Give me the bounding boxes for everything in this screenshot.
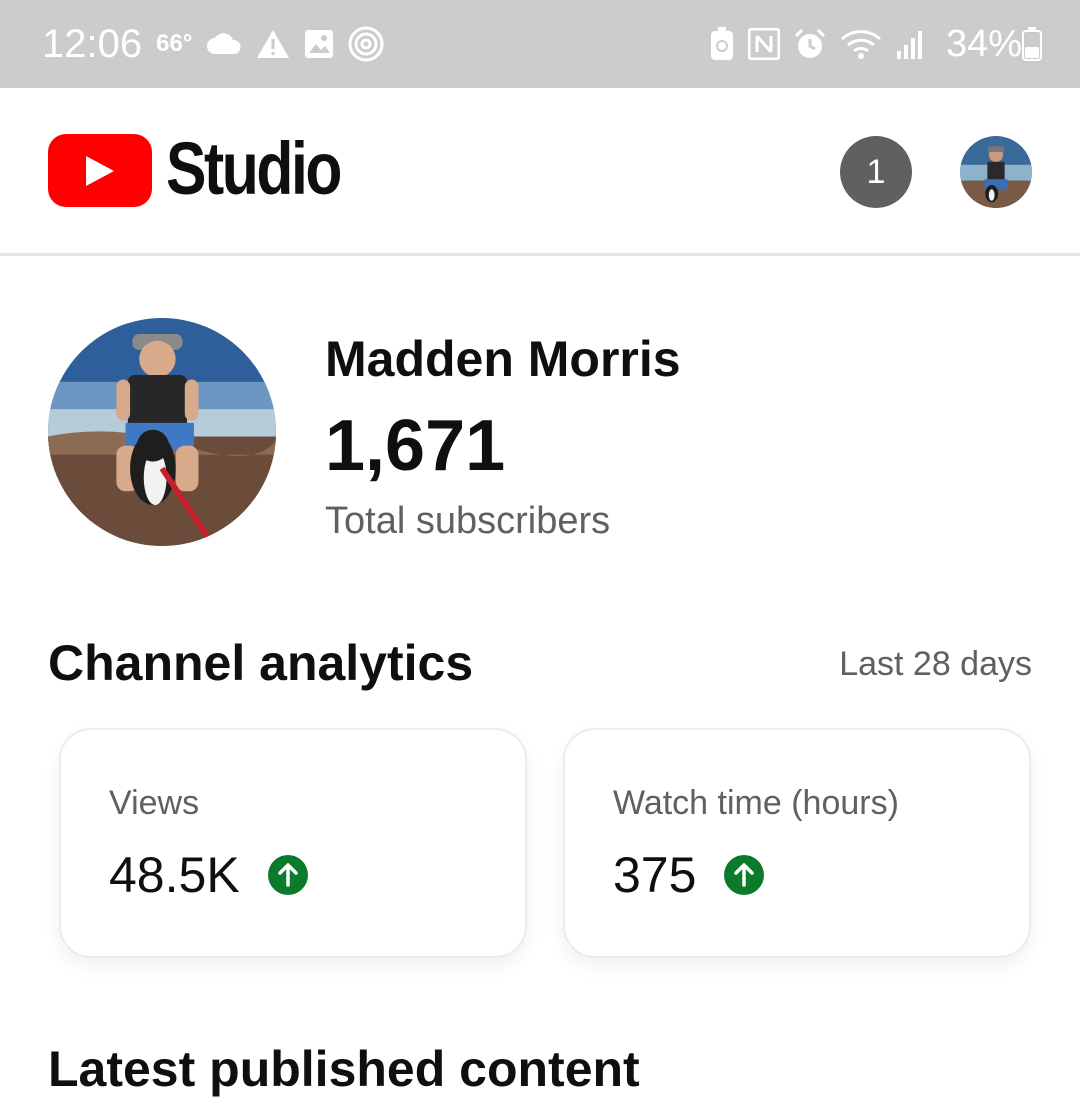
youtube-logo-icon[interactable]	[48, 134, 152, 207]
analytics-title: Channel analytics	[48, 635, 474, 691]
latest-content-title: Latest published content	[48, 1041, 640, 1097]
warning-icon	[256, 29, 290, 59]
battery-saver-icon	[710, 27, 734, 61]
signal-icon	[896, 29, 924, 59]
wifi-icon	[840, 28, 882, 60]
channel-name: Madden Morris	[325, 331, 681, 387]
status-time: 12:06	[42, 21, 143, 66]
battery-percentage: 34%	[945, 22, 1022, 65]
subscriber-count: 1,671	[325, 406, 506, 486]
watch-time-card[interactable]: Watch time (hours) 375	[563, 728, 1031, 958]
status-temperature: 66°	[156, 30, 193, 57]
battery-icon	[1022, 27, 1042, 61]
image-icon	[304, 29, 334, 59]
metric-value: 48.5K	[109, 847, 240, 903]
nfc-icon	[747, 28, 780, 60]
metric-label: Views	[109, 784, 200, 822]
channel-avatar[interactable]	[48, 318, 276, 546]
analytics-period: Last 28 days	[839, 645, 1032, 683]
views-card[interactable]: Views 48.5K	[59, 728, 527, 958]
notification-count: 1	[866, 152, 886, 191]
cloud-icon	[206, 32, 242, 56]
at-sign-icon	[348, 26, 384, 62]
notification-button[interactable]: 1	[840, 136, 912, 208]
subscriber-label: Total subscribers	[325, 500, 611, 542]
status-bar: 12:06 66° 34%	[0, 0, 1080, 88]
metric-value: 375	[613, 847, 697, 903]
app-title: Studio	[166, 127, 342, 210]
app-header: Studio 1	[0, 88, 1080, 256]
account-avatar[interactable]	[960, 136, 1032, 208]
trend-up-icon	[267, 855, 308, 895]
metric-label: Watch time (hours)	[613, 784, 899, 822]
alarm-icon	[794, 28, 826, 60]
trend-up-icon	[724, 855, 765, 895]
